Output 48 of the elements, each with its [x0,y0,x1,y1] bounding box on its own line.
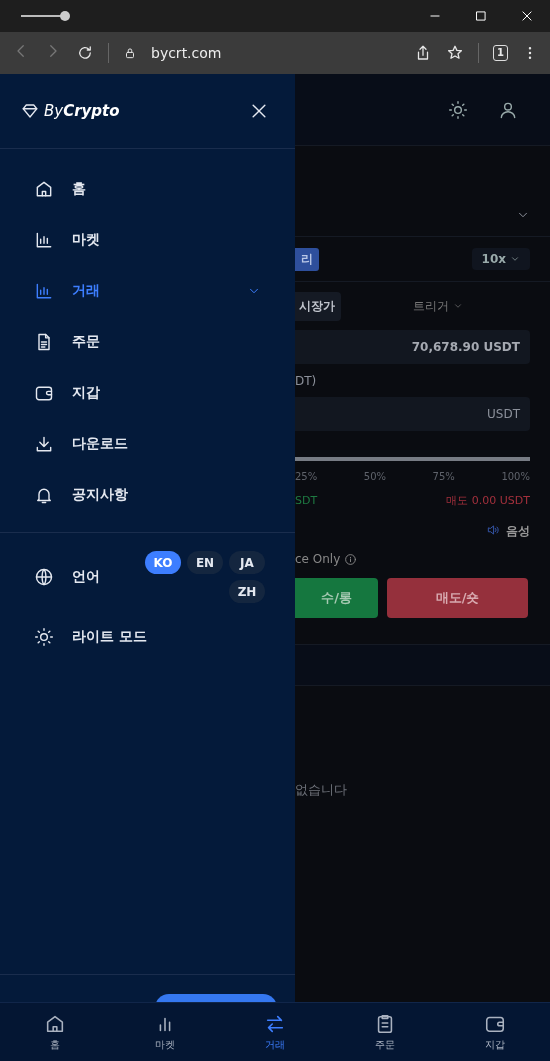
brand-logo[interactable]: ByCrypto [44,102,120,120]
amount-field[interactable]: USDT [295,397,530,431]
theme-toggle[interactable]: 라이트 모드 [0,603,295,671]
sound-toggle[interactable]: 음성 [506,522,530,540]
nav-tab[interactable]: 주문 [330,1003,440,1061]
menu-item[interactable]: 홈 [0,163,295,214]
info-icon [344,552,358,566]
close-icon [520,9,534,23]
reload-icon[interactable] [76,44,94,62]
sun-icon [34,627,54,647]
price-field[interactable]: 70,678.90 USDT [295,330,530,364]
globe-icon [34,567,54,587]
nav-tab[interactable]: 지갑 [440,1003,550,1061]
trigger-dropdown[interactable]: 트리거 [413,297,463,315]
chevron-down-icon [510,254,520,264]
slider-thumb[interactable] [60,11,70,21]
order-type-tab[interactable]: 시장가 [295,291,341,321]
menu-item[interactable]: 공지사항 [0,469,295,520]
chevron-down-icon [453,301,463,311]
menu-item[interactable]: 마켓 [0,214,295,265]
menu-item[interactable]: 거래 [0,265,295,316]
amount-label: DT) [295,372,318,390]
sun-icon[interactable] [448,99,468,120]
speaker-icon[interactable] [486,522,500,537]
lock-icon [123,46,137,60]
sell-max-amount: 매도 0.00 USDT [446,492,530,508]
tab-count[interactable]: 1 [493,45,508,61]
language-option[interactable]: JA [229,551,265,574]
leverage-selector[interactable]: 10x [471,248,530,270]
diamond-logo-icon [20,102,40,120]
reduce-only-label[interactable]: ce Only [295,552,341,566]
nav-tab[interactable]: 거래 [220,1003,330,1061]
margin-mode-tab[interactable]: 리 [295,247,319,271]
language-option[interactable]: EN [187,551,223,574]
nav-tab[interactable]: 마켓 [110,1003,220,1061]
nav-tab[interactable]: 홈 [0,1003,110,1061]
empty-message: 없습니다 [295,781,348,799]
menu-item[interactable]: 주문 [0,316,295,367]
address-bar[interactable]: bycrt.com [151,45,222,61]
maximize-icon [474,9,488,23]
sell-short-button[interactable]: 매도/숏 [387,578,528,618]
buy-max-amount: SDT [295,493,318,507]
language-label: 언어 [72,568,101,586]
language-option[interactable]: ZH [229,580,265,603]
star-icon[interactable] [446,44,465,62]
menu-item[interactable]: 다운로드 [0,418,295,469]
menu-item[interactable]: 지갑 [0,367,295,418]
language-option[interactable]: KO [145,551,181,574]
